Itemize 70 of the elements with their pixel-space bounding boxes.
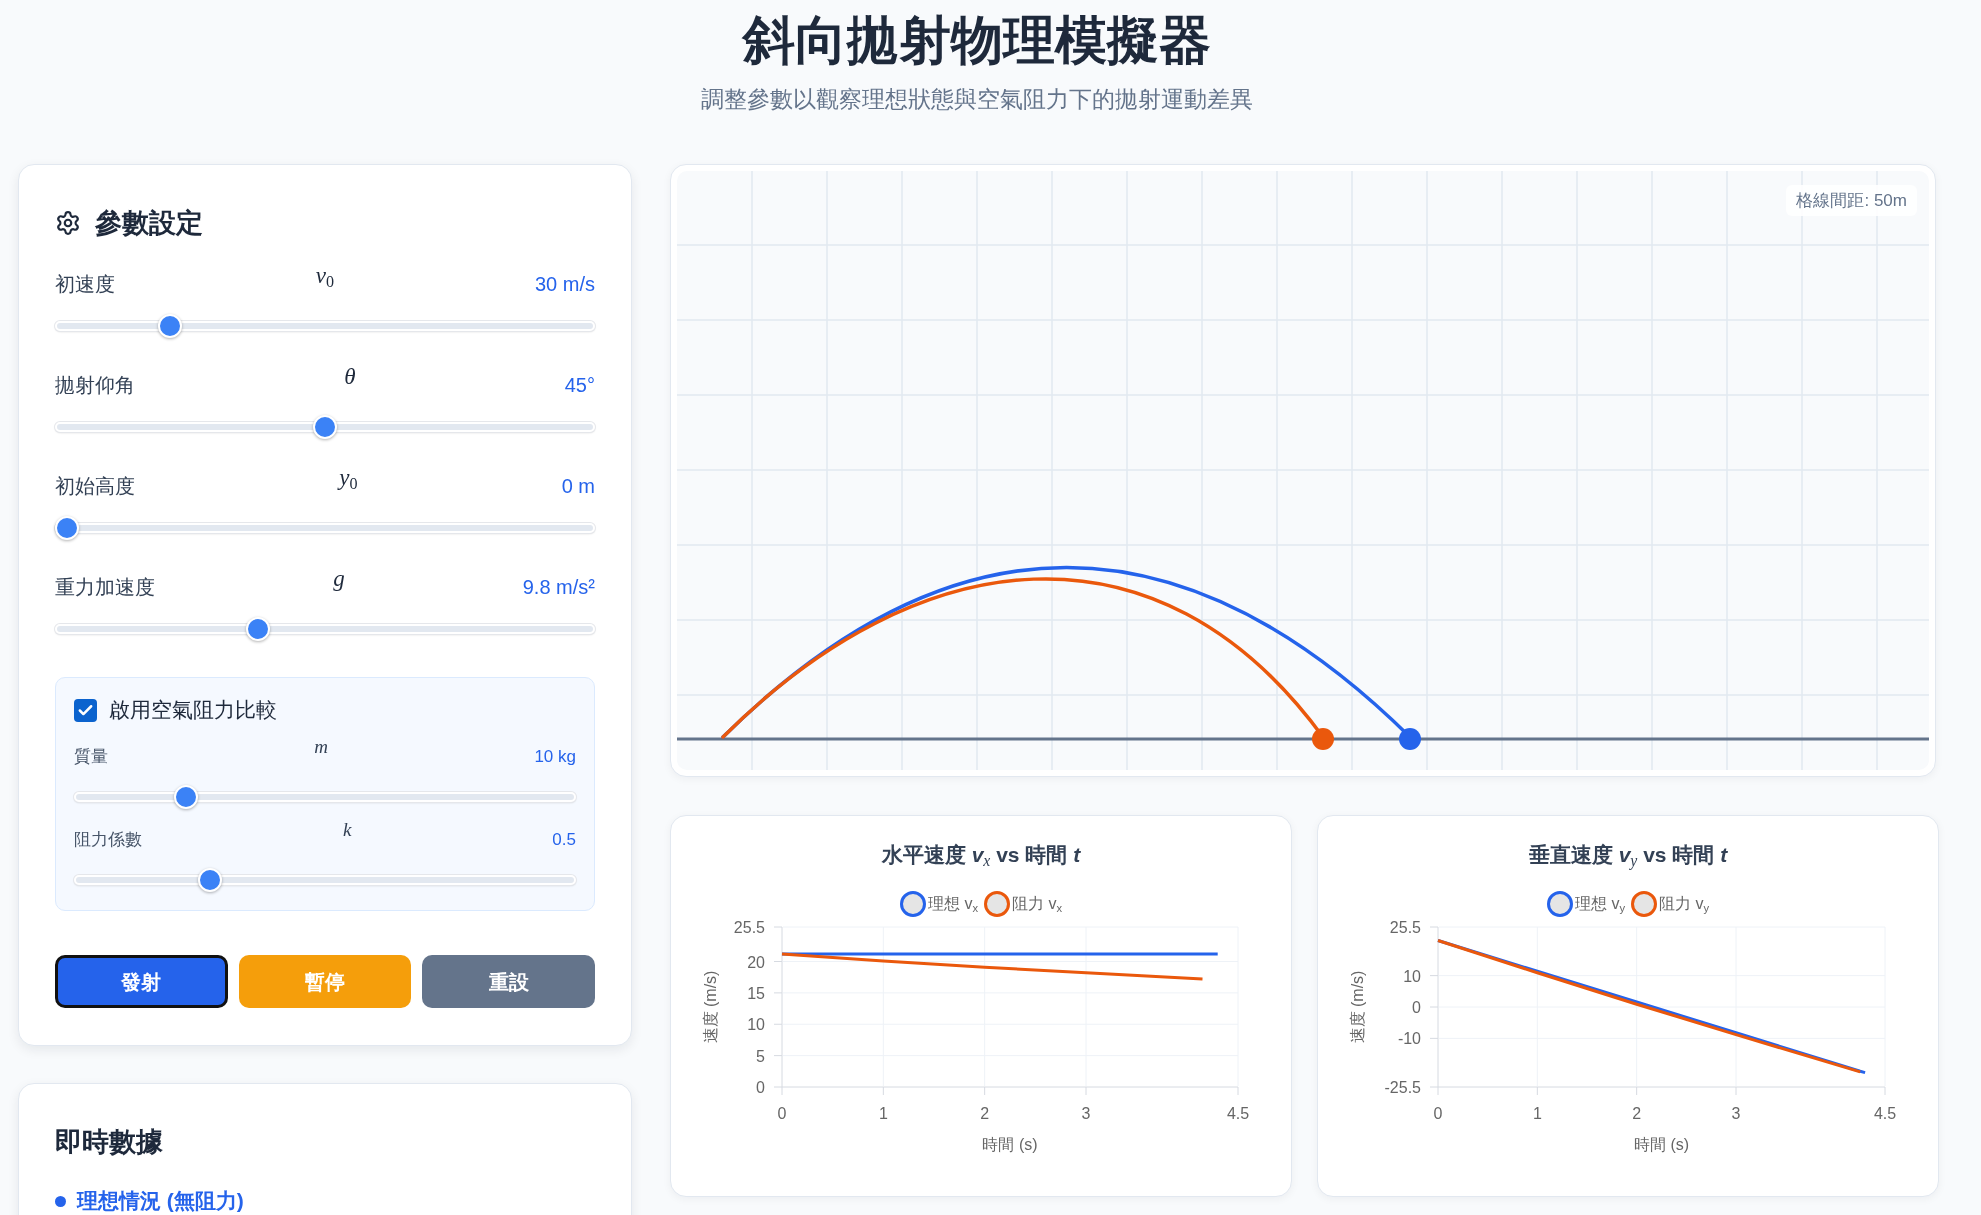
axis-tick-label: -10 [1397, 1030, 1421, 1048]
axis-tick-label: 0 [1433, 1105, 1443, 1122]
axis-tick-label: 10 [747, 1016, 765, 1034]
axis-tick-label: 25.5 [1389, 919, 1421, 936]
legend-marker-icon [1546, 891, 1573, 917]
slider-thumb[interactable] [198, 868, 223, 892]
axis-tick-label: 3 [1081, 1105, 1091, 1122]
slider-label: 初始高度 [55, 474, 135, 499]
slider-value: 45° [564, 373, 595, 398]
axis-tick-label: 0 [777, 1105, 787, 1122]
slider-thumb[interactable] [158, 314, 183, 338]
slider-value: 9.8 m/s² [522, 575, 595, 600]
page-subtitle: 調整參數以觀察理想狀態與空氣阻力下的拋射運動差異 [701, 85, 1253, 113]
axis-tick-label: 1 [1532, 1105, 1542, 1122]
slider-thumb[interactable] [245, 617, 270, 641]
axis-title: 速度 (m/s) [702, 970, 719, 1044]
grid-spacing-label: 格線間距: 50m [1786, 185, 1917, 216]
slider-label: 質量 [74, 746, 108, 768]
axis-tick-label: 5 [756, 1047, 765, 1065]
axis-tick-label: 15 [747, 984, 765, 1002]
checkbox-label: 啟用空氣阻力比較 [109, 697, 277, 723]
legend-label: 阻力 v$_{x}$ [1012, 894, 1063, 916]
slider-label: 阻力係數 [74, 829, 142, 851]
slider-value: 10 kg [534, 746, 576, 768]
axis-title: 時間 (s) [1633, 1136, 1690, 1153]
slider-thumb[interactable] [55, 516, 79, 540]
slider-label: 初速度 [55, 272, 115, 297]
chart-title: 水平速度 v$_{x}$ vs 時間 t [880, 842, 1082, 869]
axis-tick-label: 10 [1403, 967, 1421, 985]
section-title: 參數設定 [95, 207, 203, 240]
axis-title: 時間 (s) [982, 1136, 1038, 1153]
axis-tick-label: -25.5 [1384, 1079, 1421, 1096]
axis-tick-label: 0 [756, 1079, 765, 1096]
axis-tick-label: 0 [1412, 999, 1421, 1016]
slider-value: 0.5 [552, 829, 576, 851]
legend-label: 理想 v$_{y}$ [1574, 894, 1625, 916]
math-symbol: y$_{0}$ [339, 465, 358, 489]
math-symbol: k [342, 819, 352, 839]
page-title: 斜向拋射物理模擬器 [743, 10, 1211, 71]
axis-title: 速度 (m/s) [1349, 970, 1366, 1044]
math-symbol: θ [344, 364, 356, 388]
axis-tick-label: 3 [1731, 1105, 1741, 1122]
axis-tick-label: 2 [1632, 1105, 1642, 1122]
slider-label: 重力加速度 [55, 575, 155, 600]
axis-tick-label: 20 [747, 953, 765, 971]
math-symbol: v$_{0}$ [315, 263, 335, 287]
legend-marker-icon [984, 891, 1010, 917]
settings-icon [55, 210, 81, 236]
axis-tick-label: 25.5 [733, 919, 765, 936]
checkbox[interactable] [74, 698, 97, 722]
slider-value: 30 m/s [534, 272, 595, 297]
legend-label: 阻力 v$_{y}$ [1659, 894, 1710, 916]
legend-label: 理想 v$_{x}$ [927, 894, 978, 916]
axis-tick-label: 1 [878, 1105, 888, 1122]
axis-tick-label: 2 [980, 1105, 990, 1122]
legend-marker-icon [1631, 891, 1657, 917]
slider-thumb[interactable] [174, 785, 199, 809]
slider-label: 拋射仰角 [55, 373, 135, 398]
section-heading: 理想情況 (無阻力) [77, 1188, 244, 1214]
slider-value: 0 m [561, 474, 595, 499]
action-button[interactable]: 發射 [55, 955, 228, 1008]
math-symbol: m [314, 736, 329, 756]
axis-tick-label: 4.5 [1873, 1105, 1897, 1122]
math-symbol: g [333, 566, 345, 590]
slider-thumb[interactable] [313, 415, 337, 439]
section-title: 即時數據 [55, 1126, 164, 1159]
chart-title: 垂直速度 v$_{y}$ vs 時間 t [1527, 842, 1729, 869]
action-button[interactable]: 重設 [422, 955, 595, 1008]
legend-marker-icon [899, 891, 926, 917]
axis-tick-label: 4.5 [1226, 1105, 1250, 1122]
